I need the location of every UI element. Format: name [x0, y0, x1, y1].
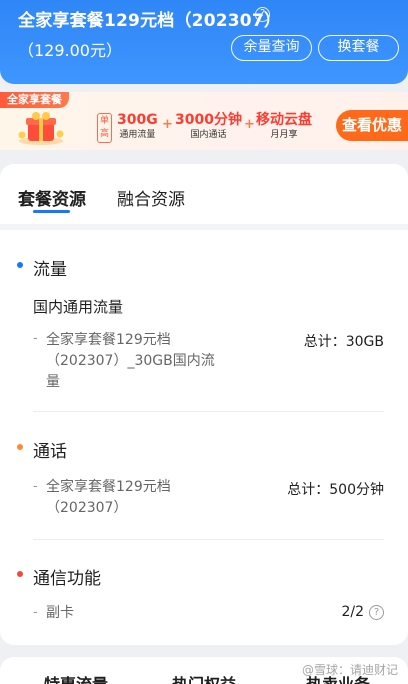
watermark: @雪球：请迪财记 — [302, 663, 399, 677]
plan-title: 全家享套餐129元档（202307） — [18, 11, 282, 31]
help-icon[interactable]: ? — [369, 605, 384, 620]
benefit-label: 国内通话 — [190, 130, 227, 140]
benefit-value: 300G — [117, 112, 158, 128]
benefit-value: 移动云盘 — [256, 112, 312, 128]
usage-query-button[interactable]: 余量查询 — [231, 35, 312, 61]
divider — [33, 539, 384, 540]
tab-special-data[interactable]: 特惠流量 — [44, 671, 108, 684]
secondary-card-label: 副卡 — [46, 605, 74, 621]
data-item-name: 全家享套餐129元档（202307）_30GB国内流量 — [46, 332, 215, 390]
view-offer-button[interactable]: 查看优惠 — [336, 110, 408, 141]
plan-price: （129.00元） — [18, 41, 122, 60]
benefit-label: 通用流量 — [119, 130, 156, 140]
active-tab-indicator — [33, 210, 70, 213]
benefit-label: 月月享 — [270, 130, 298, 140]
voice-total: 总计：500分钟 — [287, 482, 384, 498]
comm-section-dot — [17, 571, 23, 577]
benefit-data: 300G 通用流量 — [117, 112, 158, 141]
plus-icon: + — [162, 117, 173, 132]
benefit-value: 3000分钟 — [175, 112, 242, 128]
change-plan-button[interactable]: 换套餐 — [318, 35, 399, 61]
tab-plan-resources[interactable]: 套餐资源 — [18, 185, 86, 210]
list-dash: - — [33, 479, 38, 494]
divider — [0, 224, 408, 230]
tab-fusion-resources[interactable]: 融合资源 — [117, 185, 185, 210]
list-dash: - — [33, 331, 38, 346]
tab-hot-benefits[interactable]: 热门权益 — [172, 671, 236, 684]
benefit-voice: 3000分钟 国内通话 — [175, 112, 242, 141]
list-dash: - — [33, 605, 38, 620]
voice-item-name: 全家享套餐129元档（202307） — [46, 479, 171, 516]
data-total: 总计：30GB — [303, 334, 384, 350]
voice-section-title: 通话 — [33, 442, 67, 462]
data-subhead: 国内通用流量 — [33, 298, 124, 316]
comm-section-title: 通信功能 — [33, 569, 101, 589]
benefit-cloud: 移动云盘 月月享 — [256, 112, 312, 141]
promo-tag: 全家享套餐 — [0, 92, 69, 108]
help-icon[interactable]: ? — [255, 7, 270, 22]
gift-box-icon — [18, 112, 64, 145]
voice-section-dot — [17, 444, 23, 450]
promo-badge: 单高 — [97, 113, 112, 143]
divider — [33, 411, 384, 412]
plus-icon: + — [244, 117, 255, 132]
data-section-title: 流量 — [33, 260, 67, 280]
data-section-dot — [17, 262, 23, 268]
plan-header: 全家享套餐129元档（202307） ? （129.00元） 余量查询 换套餐 — [0, 0, 408, 84]
secondary-card-count: 2/2 — [341, 604, 364, 620]
